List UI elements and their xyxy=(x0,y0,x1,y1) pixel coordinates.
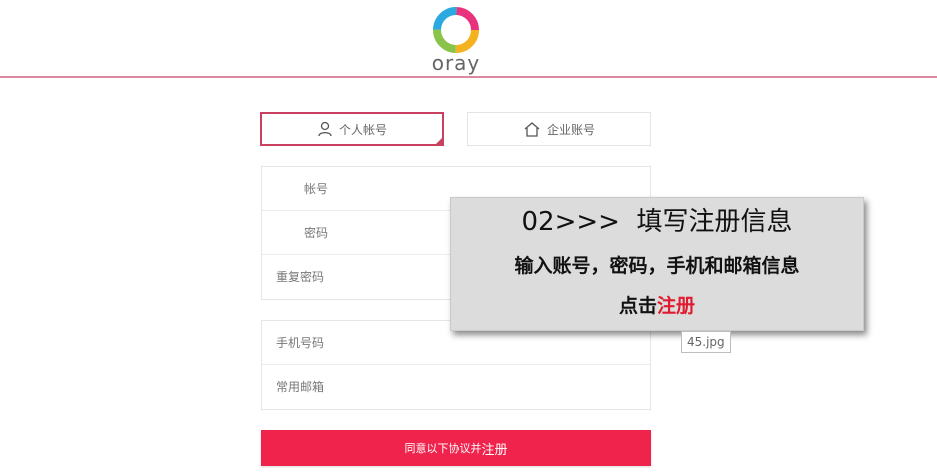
tab-enterprise-account[interactable]: 企业账号 xyxy=(467,112,651,146)
register-button[interactable]: 同意以下协议并 注册 xyxy=(261,430,651,466)
email-label: 常用邮箱 xyxy=(276,380,325,394)
step-action-highlight: 注册 xyxy=(657,295,696,317)
register-button-emphasis: 注册 xyxy=(481,442,508,458)
contact-fields-group: 手机号码 常用邮箱 xyxy=(261,320,651,410)
tab-personal-account[interactable]: 个人帐号 xyxy=(260,112,444,146)
step-action-prefix: 点击 xyxy=(618,295,657,317)
step-action: 点击注册 xyxy=(451,293,863,319)
phone-label: 手机号码 xyxy=(276,336,325,350)
header: oray xyxy=(0,0,937,77)
repeat-password-label: 重复密码 xyxy=(276,270,325,284)
selected-corner-marker xyxy=(435,137,443,145)
logo-ring-icon xyxy=(433,7,479,53)
tab-enterprise-label: 企业账号 xyxy=(546,122,595,137)
header-divider xyxy=(0,76,937,78)
oray-logo[interactable]: oray xyxy=(426,3,486,75)
step-instruction: 输入账号，密码，手机和邮箱信息 xyxy=(514,255,800,277)
register-button-prefix: 同意以下协议并 xyxy=(404,442,482,455)
step-title: 02>>> 填写注册信息 xyxy=(521,207,793,237)
password-label: 密码 xyxy=(304,226,329,240)
email-field[interactable]: 常用邮箱 xyxy=(262,365,650,409)
tab-personal-label: 个人帐号 xyxy=(338,122,387,137)
image-filename-tag: 45.jpg xyxy=(681,331,731,353)
user-icon xyxy=(318,121,332,137)
account-label: 帐号 xyxy=(304,182,329,196)
instruction-overlay: 02>>> 填写注册信息 输入账号，密码，手机和邮箱信息 点击注册 xyxy=(450,197,864,331)
home-icon xyxy=(524,122,540,137)
logo-text: oray xyxy=(431,51,481,75)
